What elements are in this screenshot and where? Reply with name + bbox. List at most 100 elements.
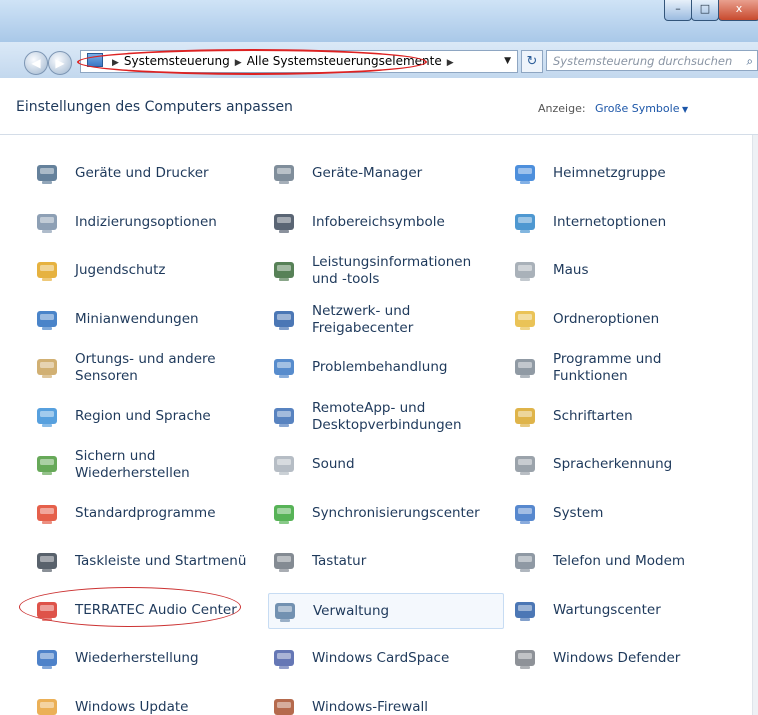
red-annotation-oval (19, 587, 241, 627)
refresh-button[interactable]: ↻ (521, 50, 543, 73)
cp-item-remoteapp-und-desktopverbindungen[interactable]: RemoteApp- und Desktopverbindungen (268, 399, 504, 435)
backup-restore-icon (34, 452, 60, 478)
cp-item-label: RemoteApp- und Desktopverbindungen (312, 399, 462, 433)
cp-item-windows-cardspace[interactable]: Windows CardSpace (268, 641, 504, 677)
phone-modem-icon (512, 549, 538, 575)
cp-item-label: Sound (312, 456, 355, 472)
cp-item-internetoptionen[interactable]: Internetoptionen (509, 205, 745, 241)
internet-options-icon (512, 210, 538, 236)
cp-item-label: Windows CardSpace (312, 650, 450, 666)
cp-item-wartungscenter[interactable]: Wartungscenter (509, 593, 745, 629)
cp-item-label: Standardprogramme (75, 504, 216, 521)
cp-item-label: Sichern und Wiederherstellen (75, 448, 190, 481)
cp-item-label: Geräte-Manager (312, 165, 423, 181)
cp-item-sound[interactable]: Sound (268, 447, 504, 483)
cp-item-spracherkennung[interactable]: Spracherkennung (509, 447, 745, 483)
cp-item-label: Indizierungsoptionen (75, 213, 217, 230)
cp-item-leistungsinformationen-und-tools[interactable]: Leistungsinformationen und -tools (268, 253, 504, 289)
cp-item-schriftarten[interactable]: Schriftarten (509, 399, 745, 435)
cp-item-taskleiste-und-startmenue[interactable]: Taskleiste und Startmenü (31, 544, 263, 580)
cp-item-label: Taskleiste und Startmenü (75, 553, 247, 569)
address-dropdown-icon[interactable]: ▼ (504, 51, 511, 72)
view-label: Anzeige: (538, 102, 586, 115)
mouse-icon (512, 258, 538, 284)
notification-icons-icon (271, 210, 297, 236)
cp-item-windows-defender[interactable]: Windows Defender (509, 641, 745, 677)
administrative-tools-icon (272, 599, 298, 625)
sound-icon (271, 452, 297, 478)
sensors-icon (34, 355, 60, 381)
parental-controls-icon (34, 258, 60, 284)
cp-item-telefon-und-modem[interactable]: Telefon und Modem (509, 544, 745, 580)
cp-item-ordneroptionen[interactable]: Ordneroptionen (509, 302, 745, 338)
programs-features-icon (512, 355, 538, 381)
search-placeholder: Systemsteuerung durchsuchen (553, 54, 733, 68)
cp-item-synchronisierungscenter[interactable]: Synchronisierungscenter (268, 496, 504, 532)
cp-item-label: Ortungs- und andere Sensoren (75, 351, 216, 384)
cp-item-programme-und-funktionen[interactable]: Programme und Funktionen (509, 350, 745, 386)
cp-item-problembehandlung[interactable]: Problembehandlung (268, 350, 504, 386)
sync-center-icon (271, 501, 297, 527)
cp-item-ortungs-und-andere-sensoren[interactable]: Ortungs- und andere Sensoren (31, 350, 263, 386)
network-sharing-icon (271, 307, 297, 333)
homegroup-icon (512, 161, 538, 187)
minimize-button[interactable]: – (664, 0, 692, 21)
vertical-scrollbar[interactable] (752, 135, 758, 715)
cp-item-windows-update[interactable]: Windows Update (31, 690, 263, 715)
back-button[interactable]: ◀ (24, 51, 48, 75)
recovery-icon (34, 646, 60, 672)
page-title: Einstellungen des Computers anpassen (16, 99, 293, 115)
cp-item-standardprogramme[interactable]: Standardprogramme (31, 496, 263, 532)
cp-item-heimnetzgruppe[interactable]: Heimnetzgruppe (509, 156, 745, 192)
cp-item-label: Internetoptionen (553, 213, 667, 230)
cp-item-windows-firewall[interactable]: Windows-Firewall (268, 690, 504, 715)
cp-item-minianwendungen[interactable]: Minianwendungen (31, 302, 263, 338)
cp-item-tastatur[interactable]: Tastatur (268, 544, 504, 580)
breadcrumb-separator[interactable]: ▶ (447, 58, 454, 68)
maximize-button[interactable]: □ (691, 0, 719, 21)
cp-item-infobereichsymbole[interactable]: Infobereichsymbole (268, 205, 504, 241)
windows-update-icon (34, 695, 60, 715)
title-bar: – □ x (0, 0, 758, 42)
cp-item-maus[interactable]: Maus (509, 253, 745, 289)
close-button[interactable]: x (718, 0, 758, 21)
search-input[interactable]: Systemsteuerung durchsuchen ⌕ (546, 50, 758, 71)
cp-item-label: Windows-Firewall (312, 698, 429, 715)
cp-item-label: Jugendschutz (75, 262, 166, 278)
cardspace-icon (271, 646, 297, 672)
fonts-icon (512, 404, 538, 430)
cp-item-netzwerk-und-freigabecenter[interactable]: Netzwerk- und Freigabecenter (268, 302, 504, 338)
forward-button[interactable]: ▶ (48, 51, 72, 75)
view-mode-dropdown[interactable]: Große Symbole (595, 102, 688, 115)
cp-item-region-und-sprache[interactable]: Region und Sprache (31, 399, 263, 435)
cp-item-sichern-und-wiederherstellen[interactable]: Sichern und Wiederherstellen (31, 447, 263, 483)
cp-item-geraete-manager[interactable]: Geräte-Manager (268, 156, 504, 192)
cp-item-label: Geräte und Drucker (75, 165, 209, 181)
cp-item-geraete-und-drucker[interactable]: Geräte und Drucker (31, 156, 263, 192)
cp-item-label: Verwaltung (313, 602, 390, 619)
cp-item-label: Wartungscenter (553, 601, 661, 618)
speech-recognition-icon (512, 452, 538, 478)
cp-item-label: Windows Defender (553, 650, 681, 666)
cp-item-label: Netzwerk- und Freigabecenter (312, 302, 414, 336)
performance-icon (271, 258, 297, 284)
cp-item-label: Ordneroptionen (553, 310, 660, 327)
cp-item-label: Leistungsinformationen und -tools (312, 254, 472, 287)
cp-item-label: Heimnetzgruppe (553, 165, 666, 181)
cp-item-wiederherstellung[interactable]: Wiederherstellung (31, 641, 263, 677)
gadgets-icon (34, 307, 60, 333)
cp-item-jugendschutz[interactable]: Jugendschutz (31, 253, 263, 289)
devices-printers-icon (34, 161, 60, 187)
red-annotation-oval (77, 49, 427, 75)
cp-item-label: Minianwendungen (75, 310, 199, 327)
cp-item-system[interactable]: System (509, 496, 745, 532)
action-center-icon (512, 598, 538, 624)
cp-item-verwaltung[interactable]: Verwaltung (268, 592, 504, 629)
troubleshooting-icon (271, 355, 297, 381)
default-programs-icon (34, 501, 60, 527)
cp-item-label: Maus (553, 262, 589, 278)
windows-defender-icon (512, 646, 538, 672)
page-header: Einstellungen des Computers anpassen Anz… (0, 78, 758, 135)
cp-item-indizierungsoptionen[interactable]: Indizierungsoptionen (31, 205, 263, 241)
search-icon[interactable]: ⌕ (747, 51, 753, 72)
